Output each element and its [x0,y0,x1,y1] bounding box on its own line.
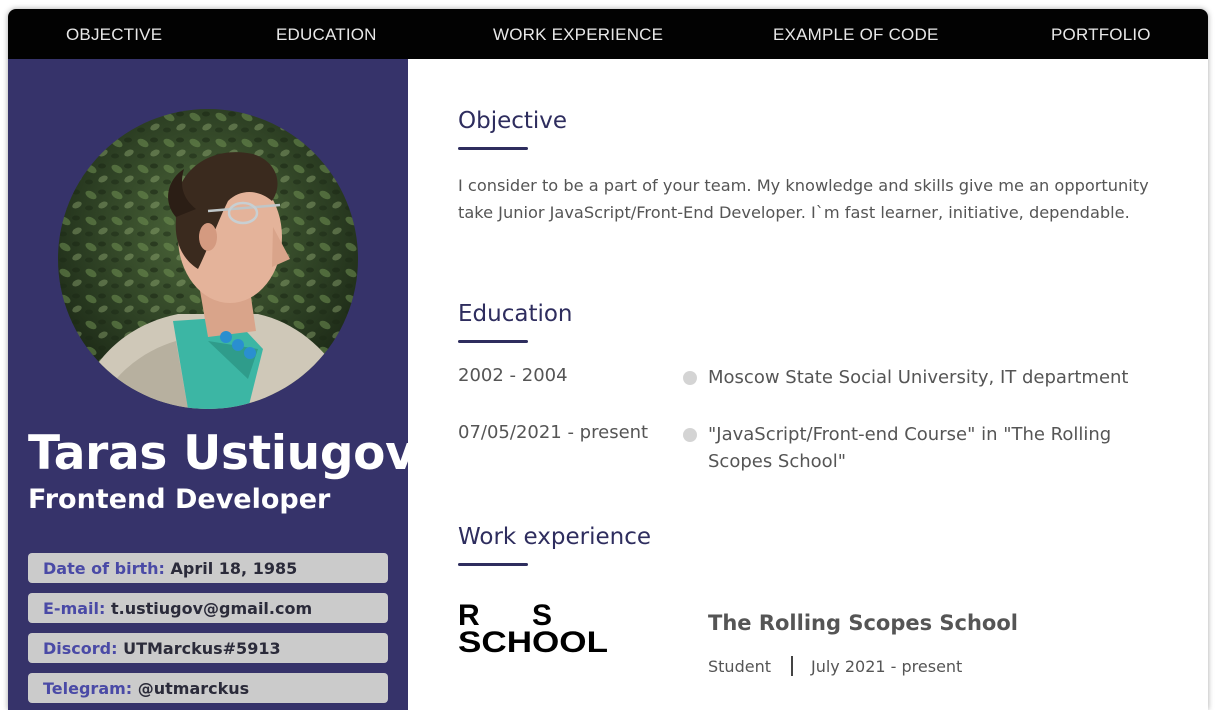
profile-name: Taras Ustiugov [28,426,416,481]
heading-underline [458,563,528,566]
logo-word-school: SCHOOL [458,626,608,659]
objective-text: I consider to be a part of your team. My… [458,176,1149,222]
heading-underline [458,147,528,150]
contact-telegram[interactable]: Telegram: @utmarckus [28,673,388,703]
work-position: Student [708,657,771,676]
sidebar: Taras Ustiugov Frontend Developer Date o… [8,59,416,710]
contact-label: Telegram: [43,679,133,698]
nav-link-education[interactable]: EDUCATION [276,9,377,59]
nav-link-work-experience[interactable]: WORK EXPERIENCE [493,9,663,59]
objective-heading: Objective [458,108,568,134]
contact-label: E-mail: [43,599,106,618]
nav-link-portfolio[interactable]: PORTFOLIO [1051,9,1151,59]
heading-underline [458,340,528,343]
work-period: July 2021 - present [810,657,963,676]
work-company: The Rolling Scopes School [708,611,1018,635]
contact-value[interactable]: UTMarckus#5913 [123,639,281,658]
contact-value[interactable]: @utmarckus [138,679,249,698]
meta-divider [790,656,793,676]
education-date: 07/05/2021 - present [458,422,649,443]
contact-discord[interactable]: Discord: UTMarckus#5913 [28,633,388,663]
contact-value: April 18, 1985 [170,559,298,578]
contact-label: Date of birth: [43,559,165,578]
contact-value[interactable]: t.ustiugov@gmail.com [111,599,312,618]
resume-page: OBJECTIVE EDUCATION WORK EXPERIENCE EXAM… [8,9,1208,710]
contact-label: Discord: [43,639,118,658]
top-navigation: OBJECTIVE EDUCATION WORK EXPERIENCE EXAM… [8,9,1208,59]
nav-link-objective[interactable]: OBJECTIVE [66,9,162,59]
main-content: Objective I consider to be a part of you… [408,59,1208,710]
profile-role: Frontend Developer [28,484,331,515]
work-experience-heading: Work experience [458,524,652,550]
education-place: "JavaScript/Front-end Course" in "The Ro… [708,424,1112,472]
nav-link-example-of-code[interactable]: EXAMPLE OF CODE [773,9,938,59]
education-date: 2002 - 2004 [458,365,568,386]
work-meta: Student July 2021 - present [708,656,962,676]
timeline-dot [683,428,697,442]
timeline-dot [683,371,697,385]
contact-date-of-birth: Date of birth: April 18, 1985 [28,553,388,583]
rolling-scopes-logo: R S SCHOOL [458,602,608,659]
education-place: Moscow State Social University, IT depar… [708,367,1129,388]
education-heading: Education [458,301,573,327]
contact-email[interactable]: E-mail: t.ustiugov@gmail.com [28,593,388,623]
profile-photo [58,109,358,409]
